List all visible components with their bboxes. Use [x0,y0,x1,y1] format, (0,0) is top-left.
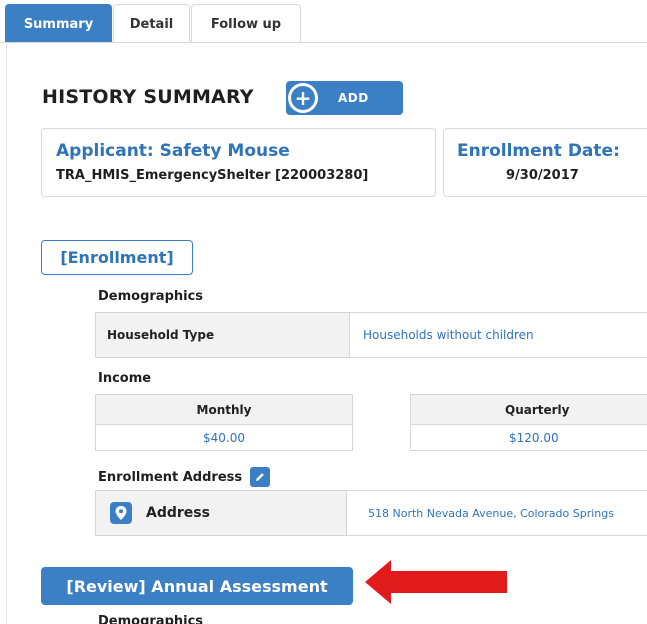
tab-follow-up[interactable]: Follow up [191,4,301,43]
tab-summary[interactable]: Summary [5,4,112,43]
income-label: Income [98,371,152,386]
enrollment-button[interactable]: [Enrollment] [41,240,193,275]
review-demographics-label: Demographics [98,614,204,624]
household-type-key: Household Type [96,313,350,357]
history-summary-page: Summary Detail Follow up HISTORY SUMMARY… [0,0,647,624]
pencil-icon[interactable] [250,467,271,487]
tab-bar-divider [0,42,647,43]
page-title: HISTORY SUMMARY [42,86,254,108]
plus-circle-icon: + [288,83,318,113]
review-annual-assessment-button[interactable]: [Review] Annual Assessment [41,567,353,605]
program-name: TRA_HMIS_EmergencyShelter [220003280] [56,168,369,183]
demographics-label: Demographics [98,289,204,304]
content-left-border [6,43,7,624]
income-quarterly-table: Quarterly $120.00 [410,394,647,456]
income-monthly-table: Monthly $40.00 [95,394,353,456]
address-key: Address [96,491,347,535]
add-button-label: ADD [338,91,369,105]
enrollment-address-label-row: Enrollment Address [98,467,271,487]
monthly-value: $40.00 [95,425,353,451]
red-arrow-icon [365,560,507,604]
add-button[interactable]: + ADD [286,81,403,115]
household-type-value: Households without children [363,328,534,342]
household-type-row: Household Type Households without childr… [95,312,647,358]
quarterly-header: Quarterly [410,394,647,425]
enrollment-date-card: Enrollment Date: 9/30/2017 [443,128,647,197]
enrollment-date-label: Enrollment Date: [457,141,620,161]
enrollment-address-label: Enrollment Address [98,469,243,485]
address-row: Address 518 North Nevada Avenue, Colorad… [95,490,647,536]
address-value: 518 North Nevada Avenue, Colorado Spring… [368,506,614,520]
map-pin-icon [110,502,132,524]
tab-detail[interactable]: Detail [113,4,190,43]
enrollment-date-value: 9/30/2017 [506,168,579,183]
quarterly-value: $120.00 [410,425,647,451]
tab-bar: Summary Detail Follow up [0,0,647,43]
address-key-label: Address [146,505,210,521]
monthly-header: Monthly [95,394,353,425]
applicant-name: Applicant: Safety Mouse [56,141,290,161]
applicant-card: Applicant: Safety Mouse TRA_HMIS_Emergen… [41,128,436,197]
